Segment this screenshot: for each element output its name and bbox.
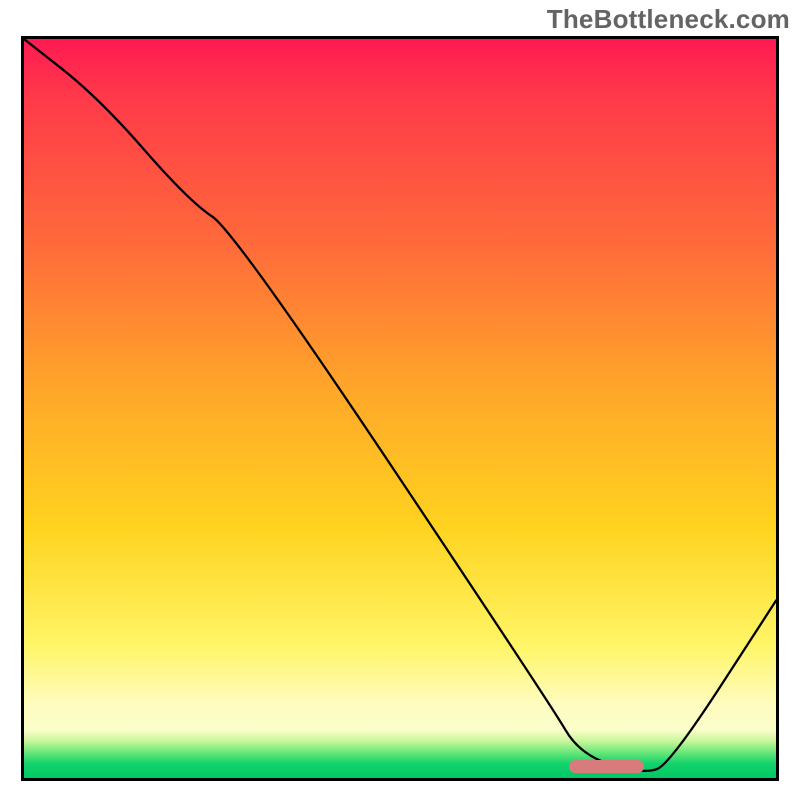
optimal-range-indicator bbox=[569, 760, 644, 773]
bottleneck-curve bbox=[24, 39, 776, 778]
watermark-text: TheBottleneck.com bbox=[547, 4, 790, 35]
chart-canvas: TheBottleneck.com bbox=[0, 0, 800, 800]
chart-frame bbox=[21, 36, 779, 781]
